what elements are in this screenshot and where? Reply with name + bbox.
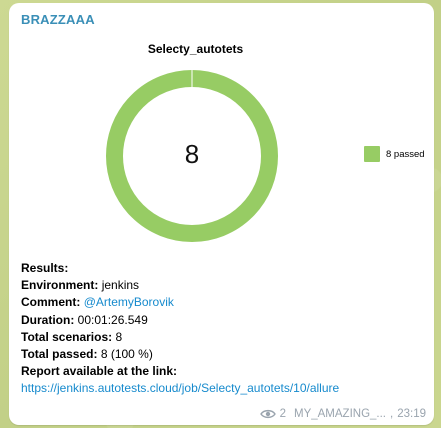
views-count: 2	[279, 408, 286, 420]
sender-name[interactable]: BRAZZAAA	[21, 12, 95, 27]
message-time: 23:19	[397, 408, 426, 420]
duration-line: Duration: 00:01:26.549	[21, 312, 148, 327]
report-link[interactable]: https://jenkins.autotests.cloud/job/Sele…	[21, 381, 339, 395]
comment-line: Comment: @ArtemyBorovik	[21, 295, 174, 310]
chart-legend: 8 passed	[364, 146, 425, 162]
legend-label: 8 passed	[386, 148, 425, 160]
total-scenarios-line: Total scenarios: 8	[21, 329, 123, 344]
chart-image[interactable]: Selecty_autotets 8 8 passed	[18, 33, 433, 253]
report-link-line: https://jenkins.autotests.cloud/job/Sele…	[21, 380, 339, 397]
total-passed-line: Total passed: 8 (100 %)	[21, 347, 153, 362]
chart-center-value: 8	[184, 139, 200, 169]
message-meta: 2 MY_AMAZING_..., 23:19	[259, 408, 426, 420]
meta-comma: ,	[390, 408, 394, 420]
report-label-line: Report available at the link:	[21, 364, 178, 379]
results-text: Results: Environment: jenkins Comment: @…	[21, 260, 339, 398]
results-heading: Results:	[21, 261, 69, 275]
channel-name: MY_AMAZING_...	[293, 408, 387, 420]
mention-link[interactable]: @ArtemyBorovik	[84, 295, 174, 309]
eye-icon	[259, 409, 276, 419]
legend-swatch	[364, 146, 380, 162]
environment-line: Environment: jenkins	[21, 278, 140, 293]
message-bubble[interactable]: BRAZZAAA Selecty_autotets 8 8 passed Res…	[9, 3, 434, 425]
